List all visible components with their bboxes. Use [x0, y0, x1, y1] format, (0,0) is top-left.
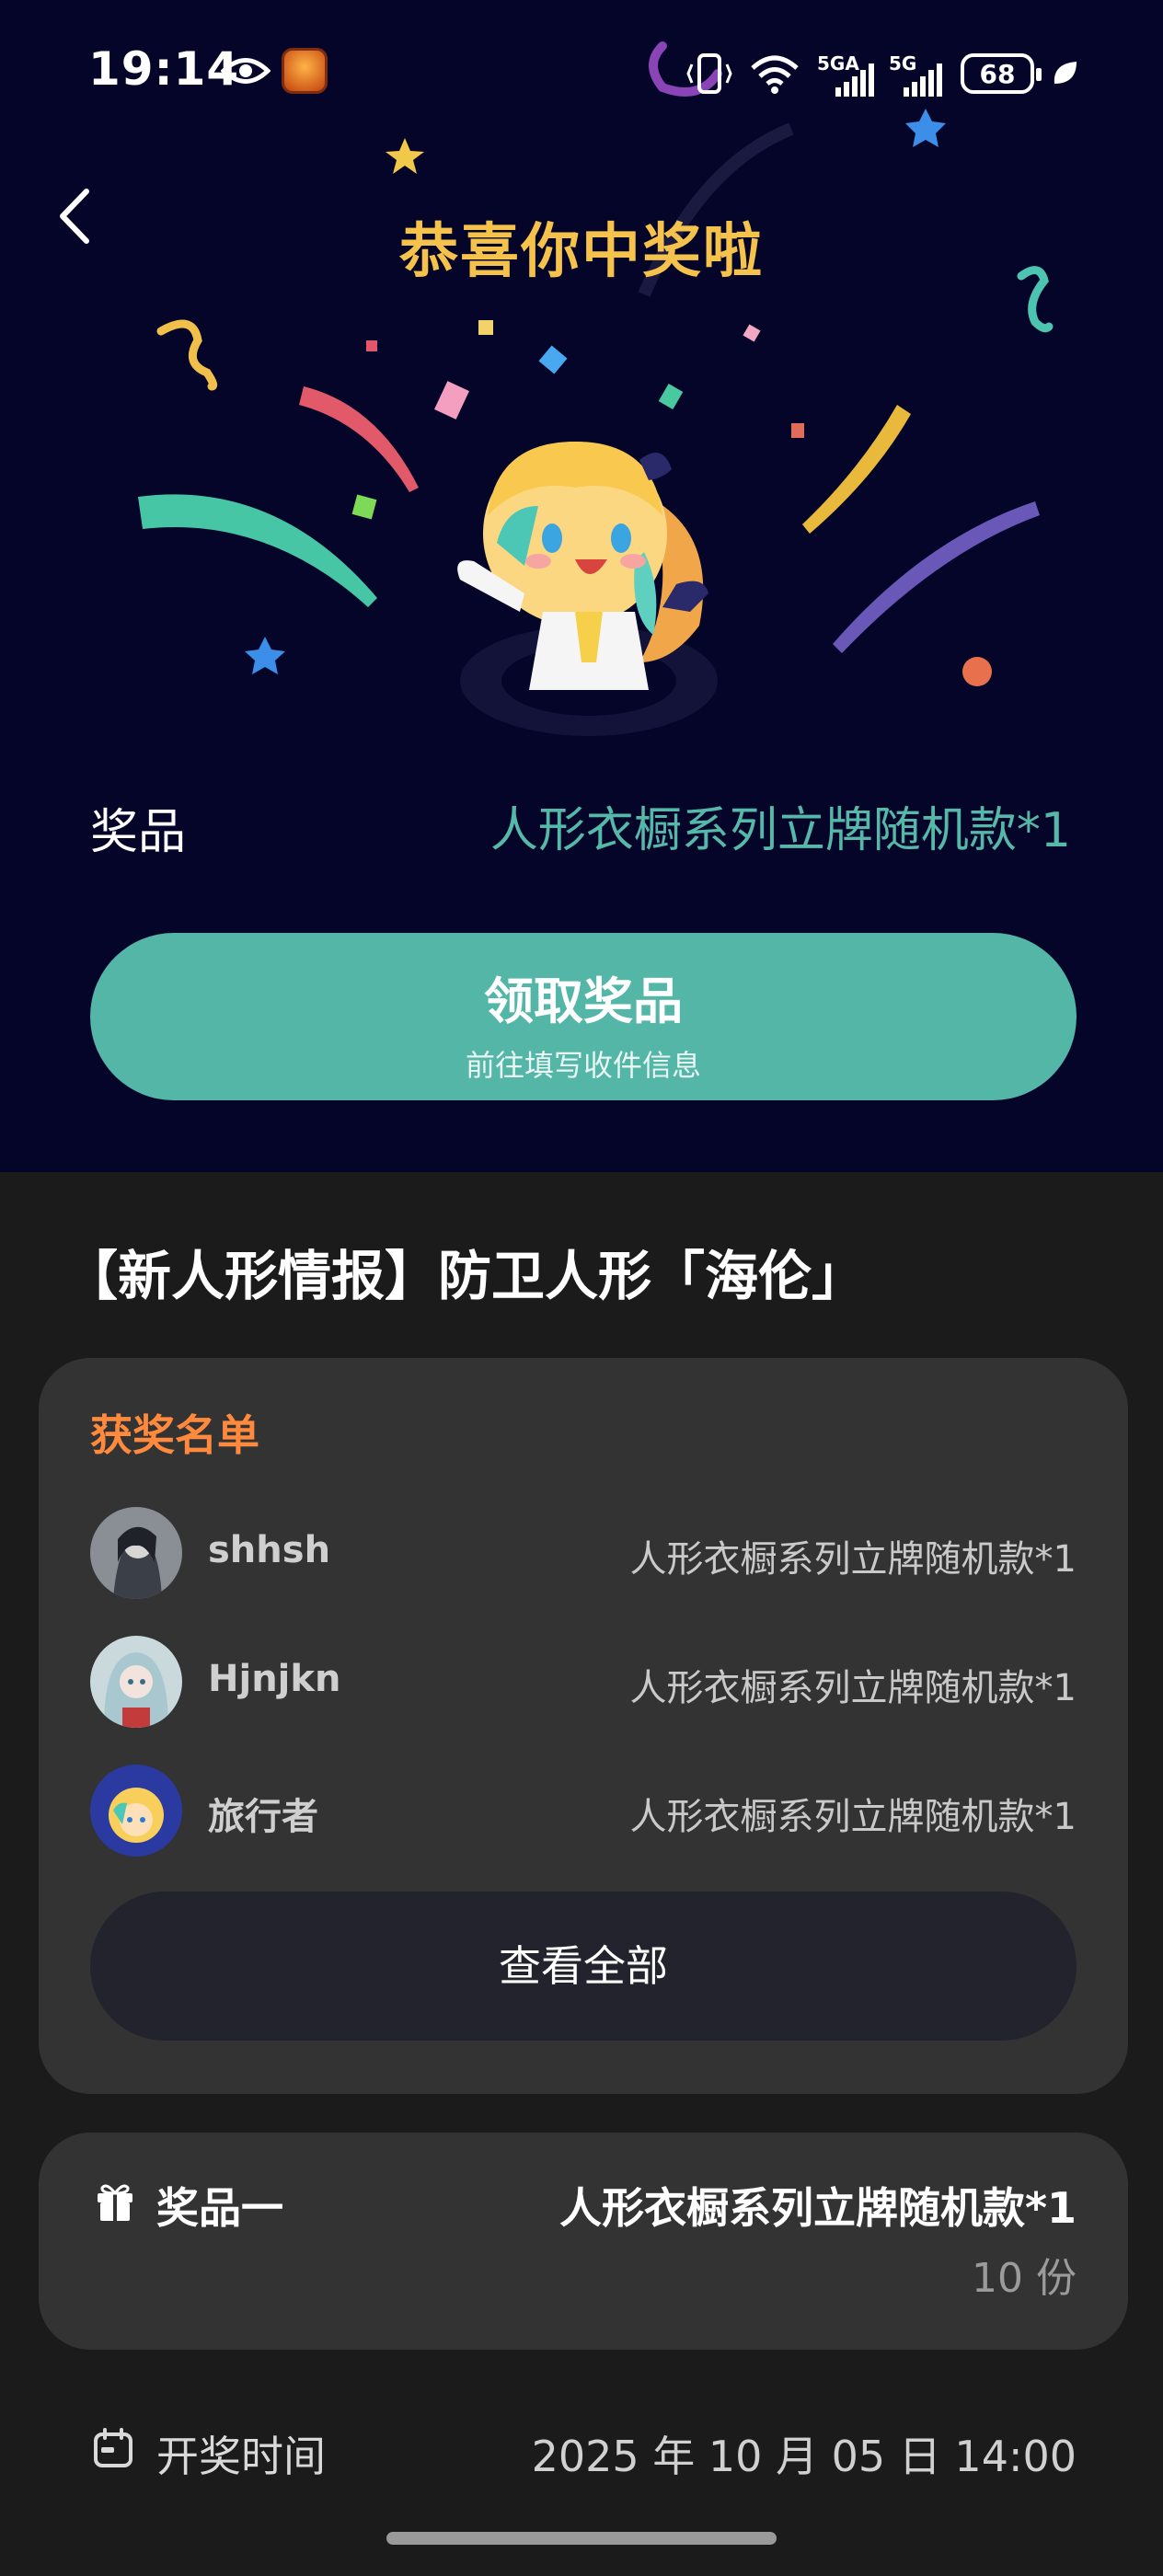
winner-name: 旅行者: [208, 1796, 318, 1838]
claim-prize-button[interactable]: 领取奖品 前往填写收件信息: [90, 933, 1077, 1100]
prize-item-card: 奖品一 人形衣橱系列立牌随机款*1 10 份: [39, 2133, 1128, 2350]
eye-icon: [221, 58, 271, 84]
winner-row: shhsh 人形衣橱系列立牌随机款*1: [90, 1507, 1077, 1599]
mascot-illustration: [457, 442, 718, 736]
draw-time-row: 开奖时间 2025 年 10 月 05 日 14:00: [92, 2418, 1077, 2482]
hero-title: 恭喜你中奖啦: [399, 218, 764, 286]
avatar: [90, 1507, 182, 1599]
vibrate-icon: [686, 53, 732, 94]
winner-name: Hjnjkn: [208, 1658, 341, 1700]
calendar-icon: [94, 2428, 132, 2467]
status-bar: 19:14 5GA 5G 68: [0, 0, 1163, 138]
winners-title: 获奖名单: [90, 1410, 259, 1460]
winner-row: 旅行者 人形衣橱系列立牌随机款*1: [90, 1765, 1077, 1857]
battery-level: 68: [979, 58, 1016, 89]
claim-prize-sublabel: 前往填写收件信息: [465, 1048, 701, 1083]
prize-value: 人形衣橱系列立牌随机款*1: [489, 803, 1071, 858]
prize-item-value: 人形衣橱系列立牌随机款*1: [558, 2183, 1077, 2233]
prize-item-count: 10 份: [972, 2255, 1077, 2302]
claim-prize-label: 领取奖品: [484, 972, 683, 1030]
winner-prize: 人形衣橱系列立牌随机款*1: [629, 1667, 1077, 1709]
prize-item-label: 奖品一: [156, 2183, 283, 2233]
winner-prize: 人形衣橱系列立牌随机款*1: [629, 1538, 1077, 1581]
event-title: 【新人形情报】防卫人形「海伦」: [64, 1245, 866, 1307]
hero-section: 19:14 5GA 5G 68 恭喜你中奖啦 奖品 人形衣橱系列立牌随机款*1 …: [0, 0, 1163, 1172]
winner-name: shhsh: [208, 1529, 331, 1571]
gift-icon: [98, 2184, 132, 2221]
view-all-button[interactable]: 查看全部: [90, 1892, 1077, 2041]
avatar: [90, 1636, 182, 1728]
winner-prize: 人形衣橱系列立牌随机款*1: [629, 1796, 1077, 1838]
battery-icon: 68: [961, 53, 1042, 94]
wifi-icon: [751, 55, 799, 94]
signal-2-icon: 5G: [889, 51, 944, 97]
winner-row: Hjnjkn 人形衣橱系列立牌随机款*1: [90, 1636, 1077, 1728]
leaf-icon: [1054, 62, 1077, 84]
prize-label: 奖品: [90, 805, 187, 860]
signal-1-icon: 5GA: [817, 51, 874, 97]
winners-card: 获奖名单 shhsh 人形衣橱系列立牌随机款*1 Hjnjkn 人形衣橱系列立牌…: [39, 1358, 1128, 2094]
home-indicator[interactable]: [386, 2532, 777, 2545]
draw-time-label: 开奖时间: [156, 2432, 326, 2481]
status-time: 19:14: [88, 42, 240, 96]
draw-time-value: 2025 年 10 月 05 日 14:00: [531, 2432, 1077, 2481]
status-right-icons: 5GA 5G 68: [686, 46, 1078, 101]
avatar: [90, 1765, 182, 1857]
app-notification-icon: [282, 48, 328, 94]
